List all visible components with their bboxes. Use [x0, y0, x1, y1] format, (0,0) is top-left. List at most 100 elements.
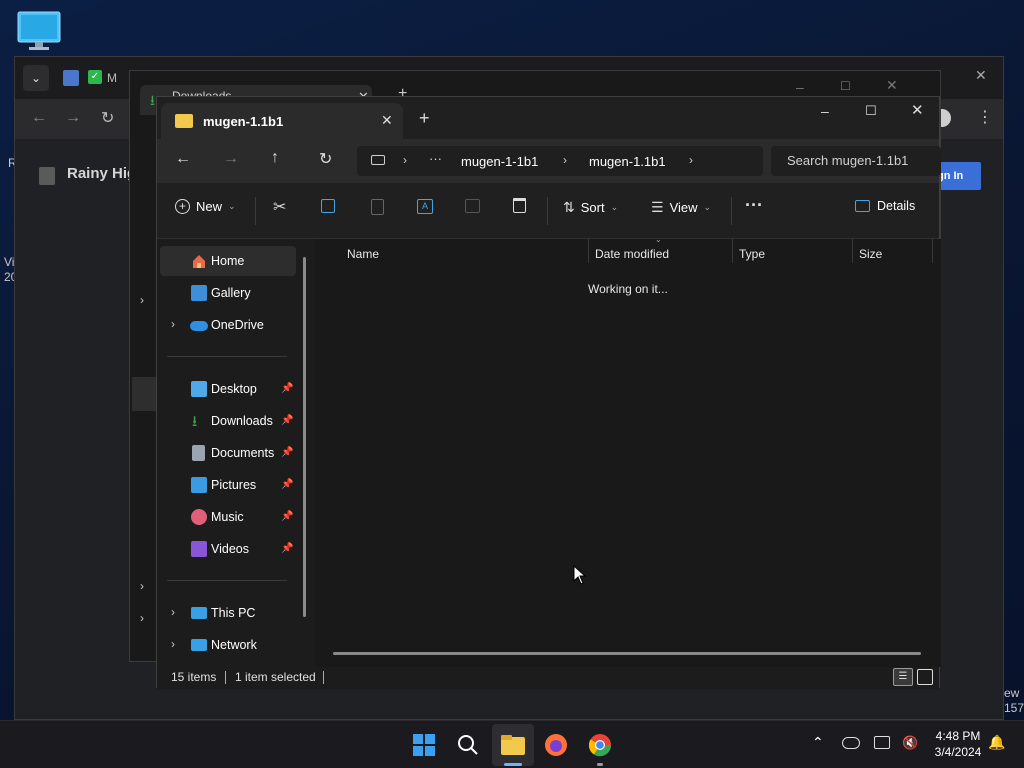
pin-icon[interactable]: 📌	[281, 511, 293, 522]
horizontal-scrollbar[interactable]	[333, 652, 921, 655]
command-bar: + New ⌄ ✂ A ⇅ Sort ⌄ ☰ View ⌄ ··· Detail…	[157, 183, 939, 239]
new-button[interactable]: + New ⌄	[175, 199, 236, 214]
search-icon[interactable]	[452, 729, 484, 761]
nav-scrollbar[interactable]	[303, 257, 306, 617]
forward-icon[interactable]: →	[223, 150, 239, 168]
navigation-pane: Home Gallery › OneDrive Desktop 📌 ⭳ Down…	[157, 239, 315, 667]
pin-icon[interactable]: 📌	[281, 415, 293, 426]
tab-search-icon[interactable]: ⌄	[23, 65, 49, 91]
minimize-icon[interactable]: –	[821, 103, 829, 119]
close-tab-icon[interactable]: ✕	[381, 112, 393, 129]
chevron-right-icon: ›	[563, 153, 567, 167]
clock[interactable]: 4:48 PM 3/4/2024	[926, 729, 990, 759]
cut-icon[interactable]: ✂	[273, 197, 286, 217]
search-input[interactable]: Search mugen-1.1b1	[771, 146, 941, 176]
back-icon[interactable]: ←	[31, 109, 47, 127]
back-icon[interactable]: ←	[175, 150, 191, 168]
volume-muted-icon[interactable]: 🔇	[902, 735, 918, 751]
expand-chevron-icon[interactable]: ›	[140, 293, 144, 307]
expand-chevron-icon[interactable]: ›	[171, 317, 175, 331]
chevron-up-icon[interactable]: ⌃	[812, 734, 824, 751]
new-tab-icon[interactable]: +	[419, 108, 430, 129]
close-icon[interactable]: ✕	[911, 101, 924, 119]
copy-icon[interactable]	[321, 199, 335, 213]
expand-chevron-icon[interactable]: ›	[171, 637, 175, 651]
network-icon	[191, 639, 207, 651]
file-explorer-icon[interactable]	[497, 729, 529, 761]
nav-item-pictures[interactable]: Pictures	[211, 478, 256, 498]
expand-chevron-icon[interactable]: ›	[140, 579, 144, 593]
onedrive-status-icon[interactable]	[842, 737, 860, 749]
column-header-type[interactable]: Type	[739, 247, 765, 261]
monitor-desktop-icon[interactable]	[16, 10, 62, 52]
chrome-page-title: Rainy Hig	[67, 165, 137, 182]
column-header-date-modified[interactable]: Date modified	[595, 247, 669, 261]
nav-item-this-pc[interactable]: This PC	[211, 606, 255, 626]
sort-label: Sort	[580, 200, 605, 215]
divider	[731, 197, 732, 225]
firefox-icon[interactable]	[540, 729, 572, 761]
nav-item-desktop[interactable]: Desktop	[211, 382, 257, 402]
more-options-icon[interactable]: ···	[745, 195, 763, 216]
maximize-icon[interactable]: ☐	[840, 79, 851, 93]
expand-chevron-icon[interactable]: ›	[171, 605, 175, 619]
nav-item-home[interactable]: Home	[211, 254, 244, 274]
edge-text: ew	[1004, 686, 1020, 700]
up-icon[interactable]: ↑	[271, 149, 279, 167]
path-box[interactable]: › ··· mugen-1-1b1 › mugen-1.1b1 ›	[357, 146, 763, 176]
forward-icon[interactable]: →	[65, 109, 81, 127]
close-icon[interactable]: ✕	[886, 77, 898, 94]
menu-kebab-icon[interactable]: ⋮	[977, 107, 993, 127]
nav-item-documents[interactable]: Documents	[211, 446, 274, 466]
paste-icon[interactable]	[371, 199, 384, 215]
expand-chevron-icon[interactable]: ›	[140, 611, 144, 625]
details-button[interactable]: Details	[855, 199, 915, 213]
rename-icon[interactable]: A	[417, 199, 433, 214]
column-header-name[interactable]: Name	[347, 247, 379, 261]
divider	[588, 239, 589, 263]
pin-icon[interactable]: 📌	[281, 383, 293, 394]
column-header-size[interactable]: Size	[859, 247, 882, 261]
delete-icon[interactable]	[513, 198, 526, 213]
view-button[interactable]: ☰ View ⌄	[651, 199, 711, 216]
pin-icon[interactable]: 📌	[281, 479, 293, 490]
videos-icon	[191, 541, 207, 557]
maximize-icon[interactable]: ☐	[865, 103, 877, 119]
more-ellipsis-icon[interactable]: ···	[429, 151, 442, 166]
notification-bell-icon[interactable]: 🔔	[988, 734, 1005, 751]
minimize-icon[interactable]: –	[796, 79, 804, 95]
breadcrumb[interactable]: mugen-1-1b1	[461, 154, 538, 169]
network-status-icon[interactable]	[874, 736, 890, 749]
chrome-tab-label[interactable]: M	[107, 71, 117, 85]
chevron-right-icon[interactable]: ›	[689, 153, 693, 167]
reload-icon[interactable]: ↻	[101, 108, 114, 128]
nav-item-gallery[interactable]: Gallery	[211, 286, 251, 306]
tiles-view-icon[interactable]	[917, 669, 933, 685]
sort-caret-icon: ⌄	[655, 235, 662, 244]
taskbar: ⌃ 🔇 4:48 PM 3/4/2024 🔔	[0, 720, 1024, 768]
sort-button[interactable]: ⇅ Sort ⌄	[563, 199, 618, 216]
explorer-tab[interactable]: mugen-1.1b1 ✕	[161, 103, 403, 139]
nav-item-videos[interactable]: Videos	[211, 542, 249, 562]
clock-date: 3/4/2024	[934, 745, 982, 759]
nav-item-downloads[interactable]: Downloads	[211, 414, 273, 434]
pin-icon[interactable]: 📌	[281, 543, 293, 554]
start-windows-icon[interactable]	[408, 729, 440, 761]
close-icon[interactable]: ✕	[975, 67, 987, 84]
edge-text: Vi	[4, 255, 15, 269]
chrome-icon[interactable]	[584, 729, 616, 761]
breadcrumb[interactable]: mugen-1.1b1	[589, 154, 666, 169]
refresh-icon[interactable]: ↻	[319, 149, 332, 169]
nav-item-network[interactable]: Network	[211, 638, 257, 658]
explorer-window[interactable]: mugen-1.1b1 ✕ + – ☐ ✕ ← → ↑ ↻ › ··· muge…	[156, 96, 941, 689]
details-label: Details	[877, 199, 916, 213]
share-icon[interactable]	[465, 199, 480, 213]
pin-icon[interactable]: 📌	[281, 447, 293, 458]
address-bar: ← → ↑ ↻ › ··· mugen-1-1b1 › mugen-1.1b1 …	[157, 139, 941, 183]
chevron-down-icon: ⌄	[610, 202, 619, 212]
details-view-icon[interactable]: ☰	[893, 668, 913, 686]
file-list[interactable]: Name ⌄ Date modified Type Size Working o…	[315, 235, 941, 667]
nav-item-music[interactable]: Music	[211, 510, 244, 530]
divider	[225, 671, 226, 684]
nav-item-onedrive[interactable]: OneDrive	[211, 318, 264, 338]
